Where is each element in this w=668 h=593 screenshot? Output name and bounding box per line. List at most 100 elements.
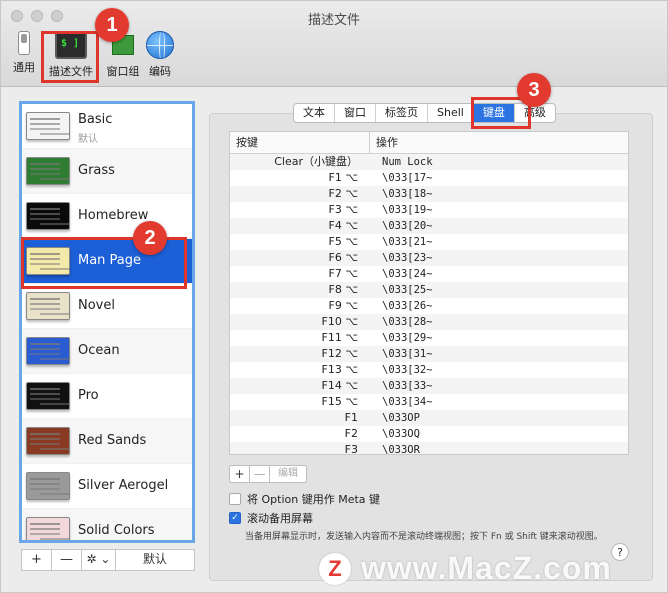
action-cell: \033[34~ <box>382 396 433 408</box>
scroll-alt-screen-note: 当备用屏幕显示时，发送输入内容而不是滚动终端视图；按下 Fn 或 Shift 键… <box>245 532 603 542</box>
settings-tab[interactable]: 窗口 <box>335 104 376 122</box>
profile-item[interactable]: Basic 默认 <box>22 104 192 149</box>
profile-list-toolbar: + — ✲ ⌄ 默认 <box>21 549 195 571</box>
profile-item[interactable]: Novel <box>22 284 192 329</box>
option-as-meta-row[interactable]: 将 Option 键用作 Meta 键 <box>229 491 380 507</box>
key-cell: Clear（小键盘） <box>274 155 358 168</box>
column-header-key[interactable]: 按键 <box>230 132 370 153</box>
table-row[interactable]: F9 ⌥ \033[26~ <box>230 298 628 314</box>
table-row[interactable]: F7 ⌥ \033[24~ <box>230 266 628 282</box>
table-row[interactable]: F3 ⌥ \033[19~ <box>230 202 628 218</box>
table-row[interactable]: F3 \033OR <box>230 442 628 455</box>
scroll-alt-screen-checkbox[interactable]: ✓ <box>229 512 241 524</box>
switch-icon <box>18 31 30 55</box>
table-row[interactable]: F2 \033OQ <box>230 426 628 442</box>
remove-key-button[interactable]: — <box>250 466 270 482</box>
action-cell: \033[17~ <box>382 172 433 184</box>
toolbar-general-button[interactable]: 通用 <box>7 31 41 75</box>
key-cell: F3 ⌥ <box>328 203 359 216</box>
help-button[interactable]: ? <box>611 543 629 561</box>
edit-key-button[interactable]: 编辑 <box>270 466 306 482</box>
action-cell: \033[33~ <box>382 380 433 392</box>
key-cell: F13 ⌥ <box>321 363 359 376</box>
option-as-meta-label: 将 Option 键用作 Meta 键 <box>247 493 381 506</box>
table-row[interactable]: F2 ⌥ \033[18~ <box>230 186 628 202</box>
toolbar-label: 编码 <box>149 65 171 78</box>
profile-thumbnail <box>26 112 70 140</box>
profile-item[interactable]: Pro <box>22 374 192 419</box>
action-cell: \033[31~ <box>382 348 433 360</box>
toolbar-label: 通用 <box>13 61 35 74</box>
profile-name: Basic <box>78 112 113 127</box>
settings-tab[interactable]: 标签页 <box>376 104 428 122</box>
annotation-badge-2: 2 <box>133 221 167 255</box>
table-row[interactable]: F15 ⌥ \033[34~ <box>230 394 628 410</box>
profile-name: Grass <box>78 163 115 178</box>
table-row[interactable]: F12 ⌥ \033[31~ <box>230 346 628 362</box>
profile-thumbnail <box>26 202 70 230</box>
action-cell: \033OP <box>382 412 420 424</box>
table-row[interactable]: F10 ⌥ \033[28~ <box>230 314 628 330</box>
toolbar-encoding-button[interactable]: 编码 <box>143 31 177 79</box>
key-cell: F5 ⌥ <box>328 235 359 248</box>
key-cell: F9 ⌥ <box>328 299 359 312</box>
table-row[interactable]: F8 ⌥ \033[25~ <box>230 282 628 298</box>
table-row[interactable]: F5 ⌥ \033[21~ <box>230 234 628 250</box>
profile-list[interactable]: Basic 默认 Grass Homebrew Man Page Novel Ocean Pr… <box>19 101 195 543</box>
key-cell: F2 <box>344 427 358 440</box>
table-row[interactable]: F1 \033OP <box>230 410 628 426</box>
toolbar-label: 窗口组 <box>106 65 140 78</box>
watermark-logo-icon: Z <box>319 552 351 585</box>
table-row[interactable]: Clear（小键盘） Num Lock <box>230 154 628 170</box>
keyboard-table[interactable]: 按键 操作 Clear（小键盘） Num Lock F1 ⌥ \033[17~ F2 ⌥… <box>229 131 629 455</box>
add-profile-button[interactable]: + <box>22 550 52 570</box>
table-row[interactable]: F14 ⌥ \033[33~ <box>230 378 628 394</box>
profile-item[interactable]: Grass <box>22 149 192 194</box>
scroll-alt-screen-row[interactable]: ✓ 滚动备用屏幕 <box>229 510 313 526</box>
profile-item[interactable]: Ocean <box>22 329 192 374</box>
option-as-meta-checkbox[interactable] <box>229 493 241 505</box>
key-cell: F2 ⌥ <box>328 187 359 200</box>
action-cell: \033[20~ <box>382 220 433 232</box>
action-cell: \033OR <box>382 444 420 455</box>
globe-icon <box>146 31 174 59</box>
action-cell: \033OQ <box>382 428 420 440</box>
key-cell: F10 ⌥ <box>321 315 359 328</box>
profile-item[interactable]: Red Sands <box>22 419 192 464</box>
profile-thumbnail <box>26 157 70 185</box>
profile-thumbnail <box>26 427 70 455</box>
profile-item[interactable]: Homebrew <box>22 194 192 239</box>
key-cell: F12 ⌥ <box>321 347 359 360</box>
annotation-badge-3: 3 <box>517 73 551 107</box>
profile-thumbnail <box>26 292 70 320</box>
set-default-button[interactable]: 默认 <box>116 550 194 570</box>
key-cell: F14 ⌥ <box>321 379 359 392</box>
scroll-alt-screen-label: 滚动备用屏幕 <box>247 512 313 525</box>
key-cell: F1 <box>344 411 358 424</box>
profile-name: Silver Aerogel <box>78 478 169 493</box>
profile-item[interactable]: Silver Aerogel <box>22 464 192 509</box>
profile-thumbnail <box>26 472 70 500</box>
key-cell: F15 ⌥ <box>321 395 359 408</box>
settings-tab[interactable]: 文本 <box>294 104 335 122</box>
profile-name: Ocean <box>78 343 120 358</box>
gear-menu-button[interactable]: ✲ ⌄ <box>82 550 116 570</box>
remove-profile-button[interactable]: — <box>52 550 82 570</box>
table-row[interactable]: F1 ⌥ \033[17~ <box>230 170 628 186</box>
add-key-button[interactable]: + <box>230 466 250 482</box>
annotation-box-profiles-tool <box>41 31 99 83</box>
table-row[interactable]: F13 ⌥ \033[32~ <box>230 362 628 378</box>
profile-name: Solid Colors <box>78 523 155 538</box>
key-cell: F3 <box>344 443 358 455</box>
table-row[interactable]: F11 ⌥ \033[29~ <box>230 330 628 346</box>
settings-tab[interactable]: Shell <box>428 104 474 122</box>
action-cell: \033[29~ <box>382 332 433 344</box>
table-row[interactable]: F6 ⌥ \033[23~ <box>230 250 628 266</box>
action-cell: \033[19~ <box>382 204 433 216</box>
column-header-action[interactable]: 操作 <box>370 132 398 153</box>
keyboard-edit-bar: + — 编辑 <box>229 465 307 483</box>
table-row[interactable]: F4 ⌥ \033[20~ <box>230 218 628 234</box>
profile-item[interactable]: Solid Colors <box>22 509 192 540</box>
key-cell: F11 ⌥ <box>321 331 359 344</box>
profile-thumbnail <box>26 337 70 365</box>
